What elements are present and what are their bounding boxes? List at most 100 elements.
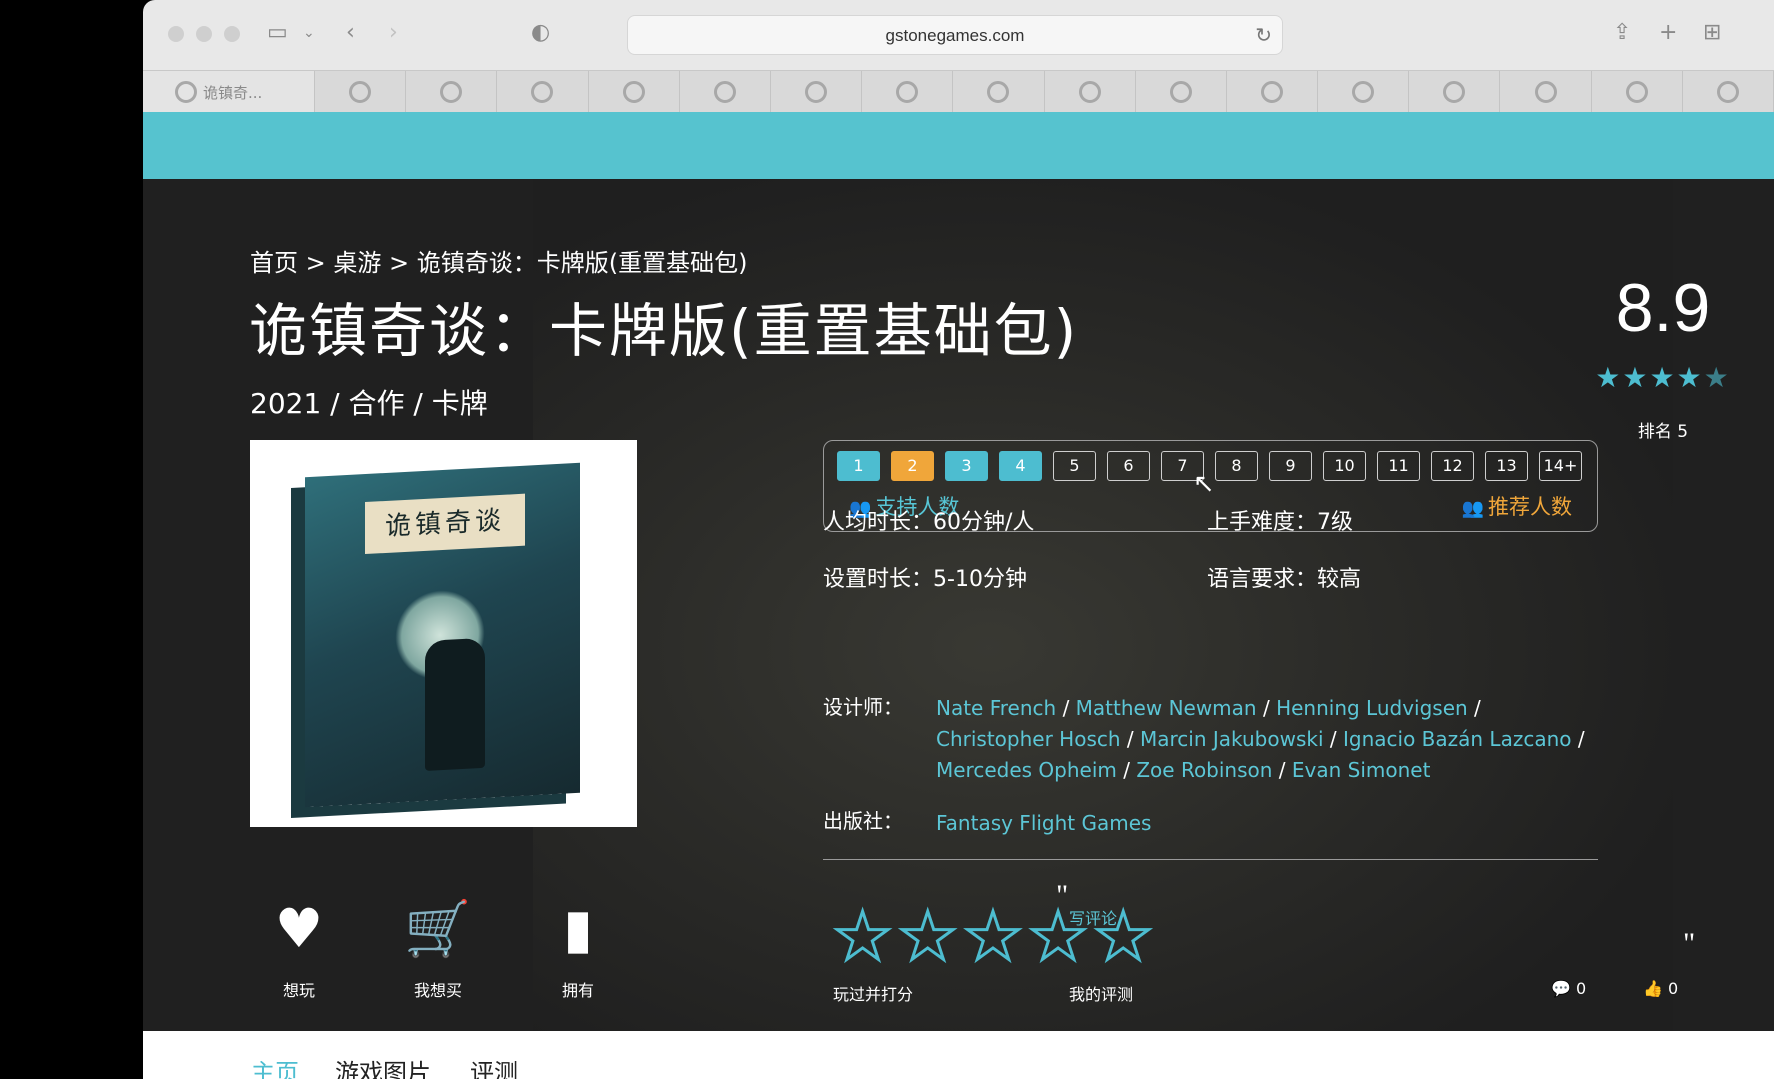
share-icon[interactable]: ⇪ [1613,20,1631,46]
player-count-11: 11 [1377,451,1420,481]
designer-link[interactable]: Ignacio Bazán Lazcano [1343,727,1572,751]
publisher: Fantasy Flight Games [936,808,1596,839]
tab-active[interactable]: 诡镇奇... [143,71,315,113]
want-buy-label: 我想买 [413,981,462,1000]
language-value: 较高 [1317,567,1362,592]
own-button[interactable]: ▮ 拥有 [528,899,628,1001]
close-window-button[interactable] [168,26,184,42]
designer-separator: / [1323,727,1343,751]
chevron-down-icon[interactable]: ⌄ [303,20,315,46]
quote-icon: " [1056,879,1069,912]
divider [823,859,1598,860]
browser-tab[interactable] [1227,71,1319,113]
breadcrumb[interactable]: 首页 > 桌游 > 诡镇奇谈：卡牌版(重置基础包) [250,243,747,278]
tab-reviews[interactable]: 评测 [470,1053,518,1079]
browser-tab[interactable] [1136,71,1227,113]
tab-game-images[interactable]: 游戏图片 [335,1053,431,1079]
setup-time: 设置时长：5-10分钟 [823,561,1027,593]
sidebar-icon[interactable]: ▭ [267,20,288,46]
minimize-window-button[interactable] [196,26,212,42]
tab-overview-icon[interactable]: ⊞ [1703,20,1721,46]
new-tab-icon[interactable]: + [1659,20,1677,46]
designer-link[interactable]: Matthew Newman [1076,696,1257,720]
designer-link[interactable]: Mercedes Opheim [936,758,1117,782]
people-icon: 👥 [1461,498,1484,519]
own-label: 拥有 [561,981,594,1000]
site-header-banner [143,112,1774,179]
box-art: 诡镇奇谈 [305,462,580,808]
browser-tab[interactable] [1045,71,1136,113]
site-favicon-icon [1260,81,1283,103]
browser-tab[interactable] [1318,71,1410,113]
mouse-cursor-icon: ↖ [1193,469,1215,499]
designer-link[interactable]: Henning Ludvigsen [1276,696,1468,720]
cart-icon: 🛒 [404,897,472,960]
player-count-14+: 14+ [1539,451,1582,481]
player-count-2: 2 [891,451,934,481]
player-count-10: 10 [1323,451,1366,481]
designer-link[interactable]: Evan Simonet [1292,758,1431,782]
browser-tab[interactable] [771,71,863,113]
player-count-12: 12 [1431,451,1474,481]
designer-link[interactable]: Marcin Jakubowski [1140,727,1324,751]
site-favicon-icon [175,81,197,103]
comment-count[interactable]: 💬 0 [1551,979,1586,998]
comment-icon: 💬 [1551,979,1571,998]
figure-art [425,637,485,771]
rate-label: 玩过并打分 [833,985,914,1004]
designer-separator: / [1256,696,1277,720]
content-tabs: 主页 游戏图片 评测 [143,1031,1774,1079]
write-review-link[interactable]: 写评论 [1069,905,1117,929]
browser-tab[interactable] [589,71,680,113]
avg-time-value: 60分钟/人 [933,510,1035,535]
designer-link[interactable]: Christopher Hosch [936,727,1121,751]
browser-tab[interactable] [862,71,954,113]
like-count[interactable]: 👍 0 [1643,979,1678,998]
designer-label: 设计师： [823,695,903,719]
player-count-3: 3 [945,451,988,481]
avg-time-label: 人均时长： [823,510,934,535]
want-play-button[interactable]: ♥ 想玩 [249,899,349,1001]
score: 8.9 [1615,270,1711,346]
box-title-label: 诡镇奇谈 [365,493,525,555]
site-favicon-icon [1443,81,1466,103]
tab-home[interactable]: 主页 [251,1053,299,1079]
designer-separator: / [1120,727,1140,751]
browser-tab[interactable] [680,71,771,113]
site-favicon-icon [531,81,554,103]
publisher-link[interactable]: Fantasy Flight Games [936,811,1151,835]
site-favicon-icon [896,81,919,103]
browser-tab[interactable] [497,71,589,113]
browser-tab[interactable] [953,71,1045,113]
address-bar[interactable]: gstonegames.com ↻ [627,15,1283,55]
rating-stars: ★★★★★ [1595,361,1731,394]
back-icon[interactable]: ‹ [346,20,355,46]
browser-tab[interactable] [1409,71,1501,113]
site-favicon-icon [1169,81,1192,103]
thumbs-up-icon: 👍 [1643,979,1663,998]
browser-window: ▭ ⌄ ‹ › ◐ gstonegames.com ↻ ⇪ + ⊞ 诡镇奇...… [143,0,1774,1079]
player-count-4: 4 [999,451,1042,481]
browser-tab[interactable] [406,71,498,113]
forward-icon[interactable]: › [389,20,398,46]
site-favicon-icon [1352,81,1375,103]
designer-link[interactable]: Nate French [936,696,1056,720]
designer-link[interactable]: Zoe Robinson [1136,758,1272,782]
designer-separator: / [1571,727,1585,751]
browser-tab[interactable] [1500,71,1592,113]
site-favicon-icon [987,81,1010,103]
zoom-window-button[interactable] [224,26,240,42]
site-favicon-icon [1078,81,1101,103]
want-buy-button[interactable]: 🛒 我想买 [388,899,488,1001]
site-favicon-icon [622,81,645,103]
browser-tab[interactable] [1592,71,1683,113]
browser-tab[interactable] [1683,71,1774,113]
quote-icon: " [1683,927,1696,960]
publisher-label: 出版社： [823,809,903,833]
shield-icon[interactable]: ◐ [531,20,550,46]
reload-icon[interactable]: ↻ [1255,23,1272,47]
site-favicon-icon [1716,81,1739,103]
site-favicon-icon [349,81,372,103]
browser-tab[interactable] [315,71,407,113]
site-favicon-icon [1625,81,1648,103]
